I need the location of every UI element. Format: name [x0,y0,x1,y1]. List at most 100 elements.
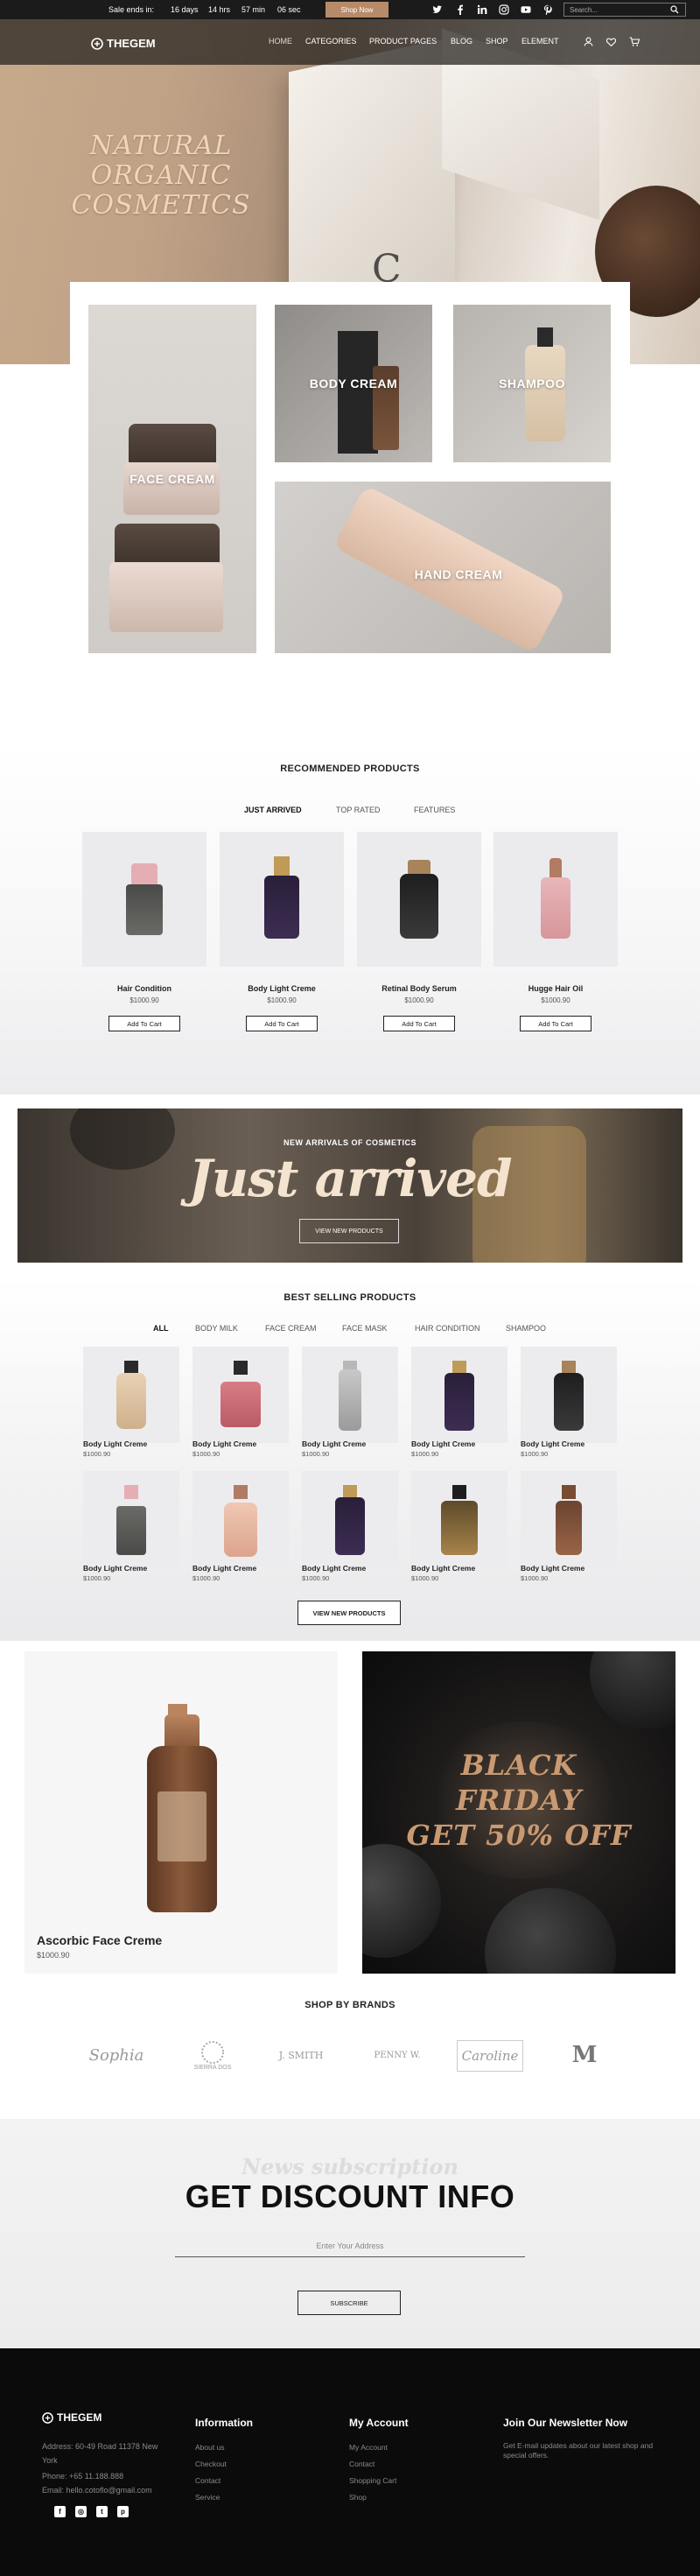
brand-penny[interactable]: PENNY W. [368,2033,427,2077]
product-card[interactable] [192,1471,289,1567]
product-name[interactable]: Body Light Creme [521,1439,584,1448]
footer-logo[interactable]: THEGEM [42,2411,102,2424]
view-new-products-button[interactable]: VIEW NEW PRODUCTS [299,1219,399,1243]
tab-all[interactable]: ALL [153,1324,169,1333]
footer-link-checkout[interactable]: Checkout [195,2460,227,2468]
featured-product-name[interactable]: Ascorbic Face Creme [37,1933,162,1947]
facebook-icon[interactable]: f [54,2506,66,2517]
black-friday-promo[interactable]: BLACK FRIDAY GET 50% OFF [362,1651,676,1974]
pinterest-icon[interactable]: p [117,2506,129,2517]
add-to-cart-button[interactable]: Add To Cart [108,1016,180,1031]
product-card[interactable] [357,832,481,967]
product-name[interactable]: Body Light Creme [83,1564,147,1573]
product-name[interactable]: Body Light Creme [411,1564,475,1573]
product-card[interactable] [494,832,618,967]
product-card[interactable] [302,1347,398,1443]
footer-link-about[interactable]: About us [195,2443,225,2452]
search-icon[interactable] [670,5,679,14]
tab-body-milk[interactable]: BODY MILK [195,1324,238,1333]
heart-icon[interactable] [606,38,616,46]
category-shampoo[interactable]: SHAMPOO [453,305,611,462]
tab-hair-condition[interactable]: HAIR CONDITION [415,1324,480,1333]
product-card[interactable] [521,1347,617,1443]
category-hand-cream[interactable]: HAND CREAM [275,482,611,653]
footer-link-contact-2[interactable]: Contact [349,2460,374,2468]
product-price: $1000.90 [521,1574,549,1582]
jar-body-bottom [109,562,223,632]
footer-email[interactable]: Email: hello.cotoflo@gmail.com [42,2483,208,2497]
search-input[interactable]: Search... [564,3,686,17]
footer-link-service[interactable]: Service [195,2493,220,2502]
product-name[interactable]: Hair Condition [82,984,206,993]
shop-now-button[interactable]: Shop Now [326,2,388,18]
product-card[interactable] [411,1347,508,1443]
footer-link-my-account[interactable]: My Account [349,2443,388,2452]
product-name[interactable]: Body Light Creme [192,1439,256,1448]
brand-sierra[interactable]: SIERRA DOS [186,2033,240,2077]
hero-title-line1: NATURAL ORGANIC [89,130,233,191]
tab-face-mask[interactable]: FACE MASK [342,1324,388,1333]
logo[interactable]: THEGEM [91,37,156,50]
nav-shop[interactable]: SHOP [486,37,508,46]
instagram-icon[interactable]: ◎ [75,2506,87,2517]
product-card[interactable] [82,832,206,967]
subscribe-button[interactable]: SUBSCRIBE [298,2291,401,2315]
nav-product-pages[interactable]: PRODUCT PAGES [369,37,437,46]
tab-top-rated[interactable]: TOP RATED [336,806,381,814]
product-name[interactable]: Body Light Creme [521,1564,584,1573]
product-card[interactable] [302,1471,398,1567]
pinterest-icon[interactable] [542,4,553,15]
category-face-cream[interactable]: FACE CREAM [88,305,256,653]
nav-blog[interactable]: BLOG [451,37,472,46]
product-card[interactable] [411,1471,508,1567]
footer-link-cart[interactable]: Shopping Cart [349,2476,396,2485]
product-card[interactable] [521,1471,617,1567]
nav-element[interactable]: ELEMENT [522,37,559,46]
brand-caroline[interactable]: Caroline [457,2040,523,2072]
product-card[interactable] [220,832,344,967]
add-to-cart-button[interactable]: Add To Cart [520,1016,592,1031]
category-body-cream[interactable]: BODY CREAM [275,305,432,462]
user-icon[interactable] [584,37,593,46]
add-to-cart-button[interactable]: Add To Cart [383,1016,455,1031]
product-name[interactable]: Body Light Creme [411,1439,475,1448]
product-card[interactable] [83,1471,179,1567]
product-name[interactable]: Body Light Creme [302,1564,366,1573]
dropper [550,858,562,877]
add-to-cart-button[interactable]: Add To Cart [246,1016,318,1031]
view-new-products-button[interactable]: VIEW NEW PRODUCTS [298,1601,401,1625]
footer: THEGEM Address: 60-49 Road 11378 New Yor… [0,2348,700,2576]
product-name[interactable]: Hugge Hair Oil [494,984,618,993]
product-name[interactable]: Body Light Creme [220,984,344,993]
product-name[interactable]: Body Light Creme [192,1564,256,1573]
product-card[interactable] [192,1347,289,1443]
instagram-icon[interactable] [499,4,509,15]
twitter-icon[interactable] [432,4,443,15]
featured-product[interactable]: Ascorbic Face Creme $1000.90 [24,1651,338,1974]
brand-sophia[interactable]: Sophia [84,2033,149,2077]
newsletter-title: GET DISCOUNT INFO [185,2178,515,2214]
nav-categories[interactable]: CATEGORIES [305,37,356,46]
product-card[interactable] [83,1347,179,1443]
tab-features[interactable]: FEATURES [414,806,455,814]
email-field[interactable]: Enter Your Address [175,2238,525,2257]
linkedin-icon[interactable] [477,4,487,15]
cart-icon[interactable] [629,37,640,46]
product-name[interactable]: Body Light Creme [302,1439,366,1448]
footer-link-contact[interactable]: Contact [195,2476,220,2485]
product-name[interactable]: Retinal Body Serum [357,984,481,993]
brand-m[interactable]: M [556,2033,612,2077]
tab-shampoo[interactable]: SHAMPOO [506,1324,546,1333]
bottle-body [554,1373,584,1431]
twitter-icon[interactable]: t [96,2506,108,2517]
footer-link-shop[interactable]: Shop [349,2493,367,2502]
tab-just-arrived[interactable]: JUST ARRIVED [244,806,302,814]
category-label-body-cream: BODY CREAM [309,377,398,391]
balloon [590,1651,676,1730]
brand-jsmith[interactable]: J. SMITH [273,2033,329,2077]
nav-home[interactable]: HOME [269,37,292,46]
facebook-icon[interactable] [455,4,466,15]
youtube-icon[interactable] [521,4,531,15]
tab-face-cream[interactable]: FACE CREAM [265,1324,317,1333]
product-name[interactable]: Body Light Creme [83,1439,147,1448]
